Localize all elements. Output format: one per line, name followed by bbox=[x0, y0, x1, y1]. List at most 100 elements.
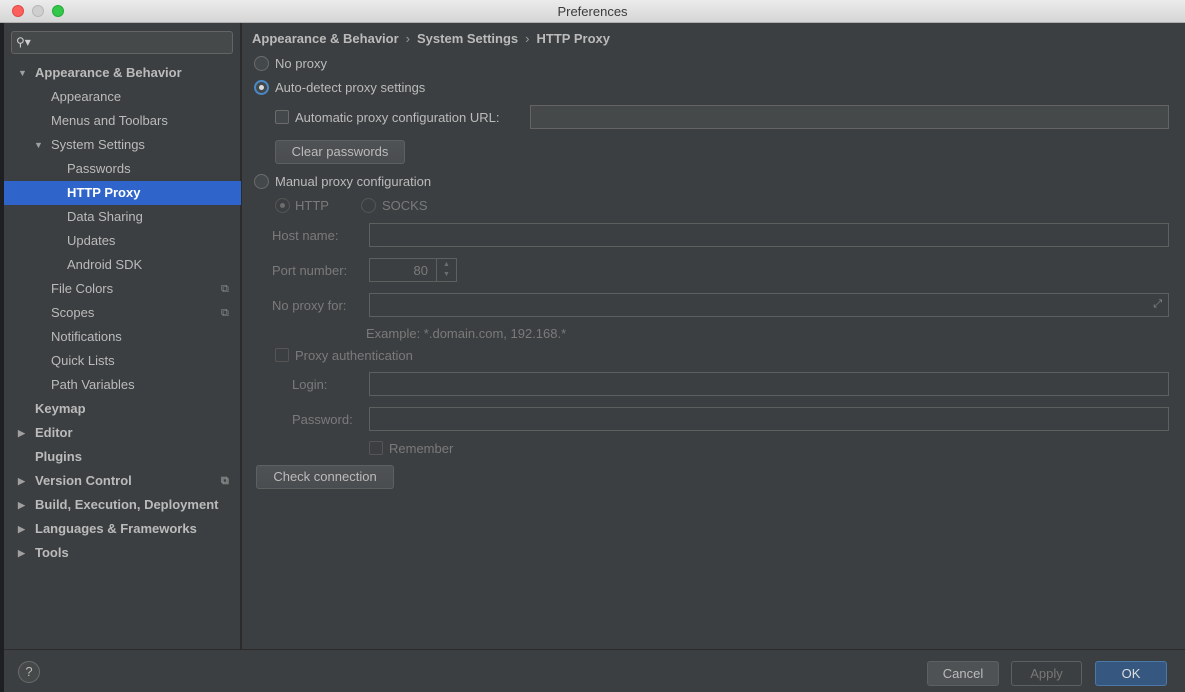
tree-item-label: Android SDK bbox=[67, 257, 143, 272]
tree-item-label: Build, Execution, Deployment bbox=[35, 497, 219, 512]
collapsed-arrow-icon[interactable]: ▶ bbox=[18, 421, 25, 445]
tree-item-scopes[interactable]: Scopes ⧉ bbox=[4, 301, 241, 325]
port-number-spinner[interactable]: 80 ▲ ▼ bbox=[369, 258, 457, 282]
tree-item-label: Editor bbox=[35, 425, 73, 440]
tree-item-label: Tools bbox=[35, 545, 69, 560]
tree-item-quick-lists[interactable]: Quick Lists bbox=[4, 349, 241, 373]
manual-proxy-radio[interactable] bbox=[254, 174, 269, 189]
tree-item-label: Languages & Frameworks bbox=[35, 521, 197, 536]
auto-config-url-field[interactable] bbox=[530, 105, 1169, 129]
settings-search-input[interactable]: ⚲▾ bbox=[11, 31, 233, 54]
ok-button[interactable]: OK bbox=[1095, 661, 1167, 686]
tree-item-label: Path Variables bbox=[51, 377, 135, 392]
breadcrumb-item[interactable]: System Settings bbox=[417, 31, 518, 46]
expanded-arrow-icon[interactable]: ▼ bbox=[34, 133, 43, 157]
tree-item-label: Keymap bbox=[35, 401, 86, 416]
settings-tree: ▼ Appearance & Behavior Appearance Menus… bbox=[4, 61, 241, 565]
tree-item-label: Scopes bbox=[51, 305, 95, 320]
apply-button[interactable]: Apply bbox=[1011, 661, 1082, 686]
auto-config-url-checkbox[interactable] bbox=[275, 110, 289, 124]
tree-item-plugins[interactable]: Plugins bbox=[4, 445, 241, 469]
no-proxy-radio[interactable] bbox=[254, 56, 269, 71]
tree-item-appearance[interactable]: Appearance bbox=[4, 85, 241, 109]
no-proxy-example-hint: Example: *.domain.com, 192.168.* bbox=[366, 326, 567, 341]
tree-item-notifications[interactable]: Notifications bbox=[4, 325, 241, 349]
tree-item-label: File Colors bbox=[51, 281, 114, 296]
socks-label[interactable]: SOCKS bbox=[382, 198, 428, 213]
expanded-arrow-icon[interactable]: ▼ bbox=[18, 61, 27, 85]
tree-item-label: Version Control bbox=[35, 473, 132, 488]
tree-item-label: Updates bbox=[67, 233, 116, 248]
tree-item-label: Appearance bbox=[51, 89, 122, 104]
search-icon: ⚲▾ bbox=[16, 35, 31, 49]
tree-item-label: Passwords bbox=[67, 161, 131, 176]
socks-radio[interactable] bbox=[361, 198, 376, 213]
tree-item-label: Data Sharing bbox=[67, 209, 143, 224]
help-icon[interactable]: ? bbox=[18, 661, 40, 683]
tree-item-label: Quick Lists bbox=[51, 353, 115, 368]
dialog-footer: ? Cancel Apply OK bbox=[4, 649, 1185, 692]
cancel-button[interactable]: Cancel bbox=[927, 661, 999, 686]
password-label: Password: bbox=[292, 412, 353, 427]
tree-item-label: System Settings bbox=[51, 137, 145, 152]
no-proxy-label[interactable]: No proxy bbox=[275, 56, 327, 71]
expand-icon[interactable]: ⤢ bbox=[1153, 298, 1162, 311]
tree-item-tools[interactable]: ▶ Tools bbox=[4, 541, 241, 565]
tree-item-label: Plugins bbox=[35, 449, 82, 464]
clear-passwords-button[interactable]: Clear passwords bbox=[275, 140, 405, 164]
auto-config-url-label[interactable]: Automatic proxy configuration URL: bbox=[295, 110, 499, 125]
http-radio[interactable] bbox=[275, 198, 290, 213]
remember-label[interactable]: Remember bbox=[389, 441, 453, 456]
proxy-auth-checkbox[interactable] bbox=[275, 348, 289, 362]
tree-item-menus-toolbars[interactable]: Menus and Toolbars bbox=[4, 109, 241, 133]
tree-item-languages-frameworks[interactable]: ▶ Languages & Frameworks bbox=[4, 517, 241, 541]
tree-item-label: HTTP Proxy bbox=[67, 185, 141, 200]
tree-item-label: Menus and Toolbars bbox=[51, 113, 168, 128]
tree-item-passwords[interactable]: Passwords bbox=[4, 157, 241, 181]
breadcrumb-item-current: HTTP Proxy bbox=[536, 31, 610, 46]
login-field[interactable] bbox=[369, 372, 1169, 396]
http-label[interactable]: HTTP bbox=[295, 198, 329, 213]
breadcrumb-separator: › bbox=[405, 31, 411, 46]
tree-item-keymap[interactable]: Keymap bbox=[4, 397, 241, 421]
breadcrumb-separator: › bbox=[525, 31, 530, 46]
window-titlebar: Preferences bbox=[0, 0, 1185, 23]
tree-item-label: Appearance & Behavior bbox=[35, 65, 182, 80]
no-proxy-for-field[interactable]: ⤢ bbox=[369, 293, 1169, 317]
http-proxy-panel: Appearance & Behavior › System Settings › HT… bbox=[242, 23, 1185, 649]
no-proxy-for-label: No proxy for: bbox=[272, 298, 347, 313]
tree-item-version-control[interactable]: ▶ Version Control ⧉ bbox=[4, 469, 241, 493]
tree-item-path-variables[interactable]: Path Variables bbox=[4, 373, 241, 397]
manual-proxy-label[interactable]: Manual proxy configuration bbox=[275, 174, 431, 189]
collapsed-arrow-icon[interactable]: ▶ bbox=[18, 493, 25, 517]
collapsed-arrow-icon[interactable]: ▶ bbox=[18, 541, 25, 565]
breadcrumb-item[interactable]: Appearance & Behavior bbox=[252, 31, 399, 46]
check-connection-button[interactable]: Check connection bbox=[256, 465, 394, 489]
auto-detect-label[interactable]: Auto-detect proxy settings bbox=[275, 80, 425, 95]
project-level-icon: ⧉ bbox=[221, 307, 229, 319]
password-field[interactable] bbox=[369, 407, 1169, 431]
breadcrumb: Appearance & Behavior › System Settings › HT… bbox=[252, 31, 610, 46]
tree-item-android-sdk[interactable]: Android SDK bbox=[4, 253, 241, 277]
tree-item-editor[interactable]: ▶ Editor bbox=[4, 421, 241, 445]
tree-item-data-sharing[interactable]: Data Sharing bbox=[4, 205, 241, 229]
remember-checkbox[interactable] bbox=[369, 441, 383, 455]
port-number-value: 80 bbox=[413, 263, 428, 278]
tree-item-system-settings[interactable]: ▼ System Settings bbox=[4, 133, 241, 157]
port-number-label: Port number: bbox=[272, 263, 348, 278]
tree-item-file-colors[interactable]: File Colors ⧉ bbox=[4, 277, 241, 301]
collapsed-arrow-icon[interactable]: ▶ bbox=[18, 469, 25, 493]
project-level-icon: ⧉ bbox=[221, 283, 229, 295]
auto-detect-radio[interactable] bbox=[254, 80, 269, 95]
tree-item-http-proxy[interactable]: HTTP Proxy bbox=[4, 181, 241, 205]
tree-item-updates[interactable]: Updates bbox=[4, 229, 241, 253]
collapsed-arrow-icon[interactable]: ▶ bbox=[18, 517, 25, 541]
host-name-field[interactable] bbox=[369, 223, 1169, 247]
login-label: Login: bbox=[292, 377, 328, 392]
proxy-auth-label[interactable]: Proxy authentication bbox=[295, 348, 413, 363]
tree-item-build-execution-deployment[interactable]: ▶ Build, Execution, Deployment bbox=[4, 493, 241, 517]
tree-item-appearance-behavior[interactable]: ▼ Appearance & Behavior bbox=[4, 61, 241, 85]
spinner-arrows-icon[interactable]: ▲ ▼ bbox=[436, 259, 456, 281]
host-name-label: Host name: bbox=[272, 228, 339, 243]
settings-sidebar: ⚲▾ ▼ Appearance & Behavior Appearance Me… bbox=[4, 23, 241, 649]
